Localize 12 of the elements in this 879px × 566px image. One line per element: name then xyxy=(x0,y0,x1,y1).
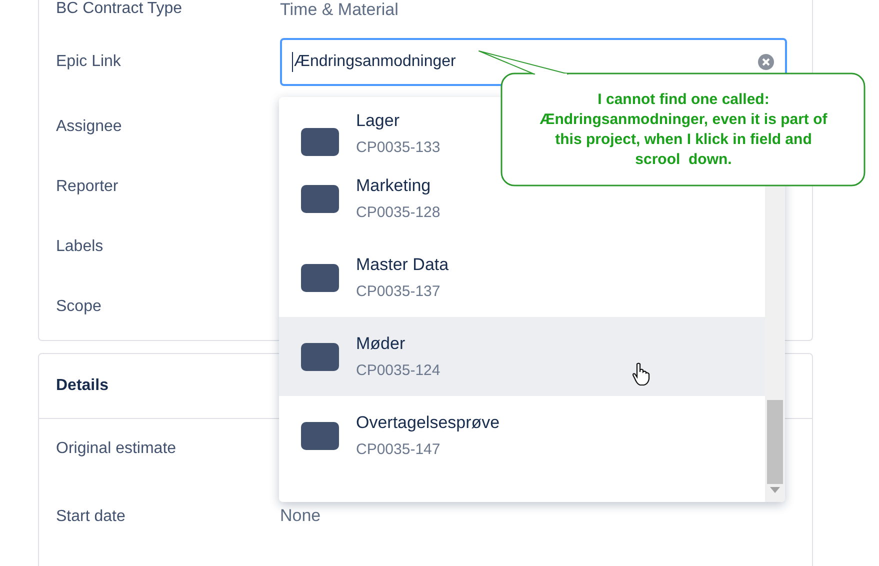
callout-text: I cannot find one called: Ændringsanmodninger, even it is part of this project, when I klick in field and scrool down. xyxy=(538,90,828,170)
field-label: Start date xyxy=(56,508,126,526)
field-label: Reporter xyxy=(56,178,120,196)
field-label: Assignee xyxy=(56,118,123,136)
field-value: Time & Material xyxy=(280,0,398,20)
field-label: BC Contract Type xyxy=(56,0,183,18)
section-title: Details xyxy=(56,377,108,395)
field-label: Scope xyxy=(56,298,102,316)
field-label: Original estimate xyxy=(56,440,178,458)
field-label: Epic Link xyxy=(56,53,122,71)
field-value: None xyxy=(280,506,321,526)
field-label: Labels xyxy=(56,238,104,256)
